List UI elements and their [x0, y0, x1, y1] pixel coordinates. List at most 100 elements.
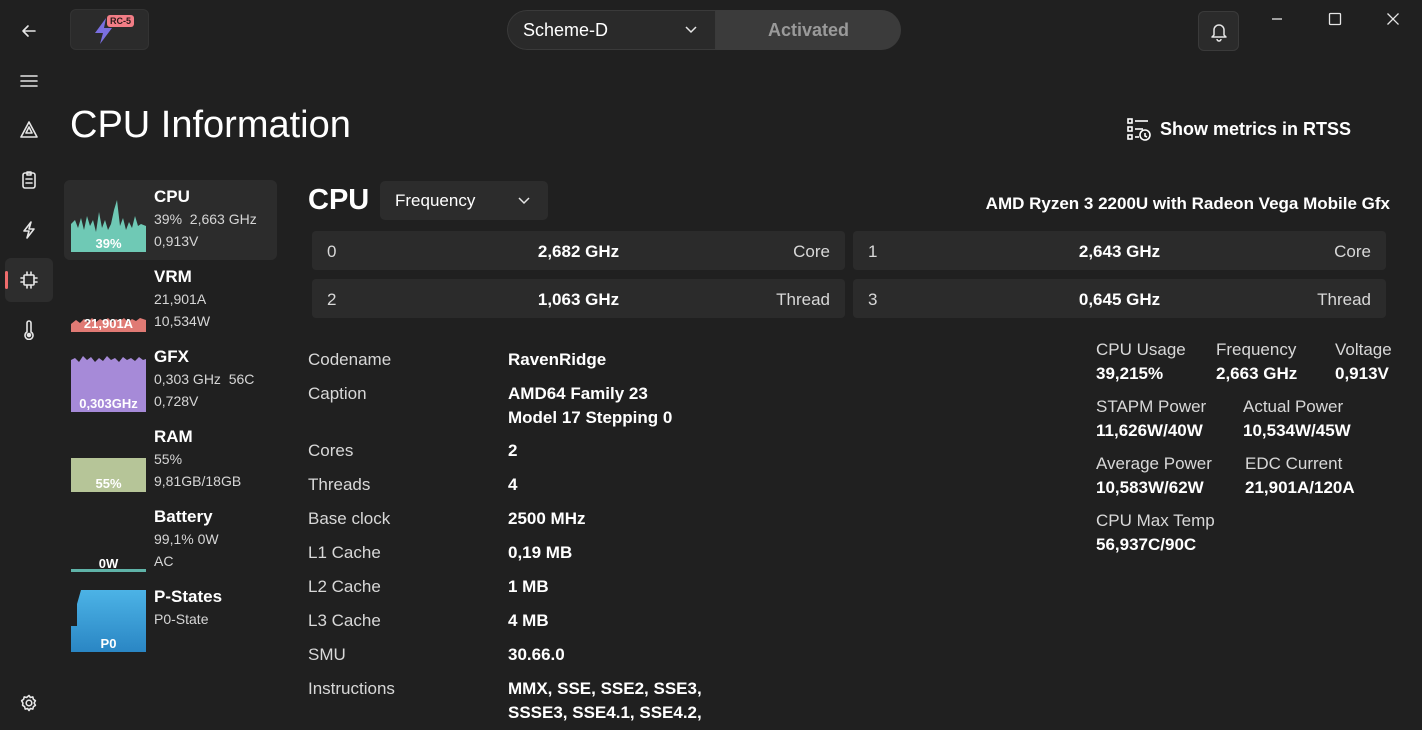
scheme-dropdown[interactable]: Scheme-D	[507, 10, 716, 50]
metric-label: STAPM Power	[1096, 397, 1207, 416]
metric-label: Frequency	[1216, 340, 1297, 359]
chevron-down-icon	[685, 26, 697, 34]
metric-frequency: Frequency 2,663 GHz	[1216, 338, 1297, 386]
settings-button[interactable]	[5, 681, 53, 725]
info-value: AMD64 Family 23 Model 17 Stepping 0	[508, 384, 673, 427]
maximize-button[interactable]	[1324, 8, 1346, 30]
metric-value: 0,913V	[1335, 364, 1389, 383]
battery-thumbnail: 0W	[71, 510, 146, 572]
nav-item-cpu[interactable]	[5, 258, 53, 302]
core-frequency: 2,643 GHz	[1078, 242, 1161, 261]
sensor-detail: P0-State	[154, 611, 209, 627]
sensor-name: RAM	[154, 427, 193, 446]
back-arrow-icon	[22, 25, 36, 37]
metric-cpu-usage: CPU Usage 39,215%	[1096, 338, 1186, 386]
metric-value: 11,626W/40W	[1096, 421, 1203, 440]
sensor-detail: 55%	[154, 451, 183, 467]
sensor-item-ram[interactable]: 55% RAM 55% 9,81GB/18GB	[64, 420, 277, 500]
info-value: RavenRidge	[508, 350, 607, 369]
metric-label: EDC Current	[1245, 454, 1343, 473]
sensor-detail: 0,728V	[154, 393, 199, 409]
scheme-selected-value: Scheme-D	[523, 19, 609, 40]
back-button[interactable]	[5, 9, 53, 53]
ram-thumbnail: 55%	[71, 430, 146, 492]
nav-rail	[0, 0, 58, 730]
sensor-detail: 9,81GB/18GB	[154, 473, 242, 489]
performance-icon	[20, 121, 38, 138]
nav-item-temperature[interactable]	[5, 308, 53, 352]
core-card: 2 1,063 GHz Thread	[312, 279, 845, 318]
metric-label: Actual Power	[1243, 397, 1344, 416]
thermometer-icon	[24, 320, 34, 340]
info-label: L1 Cache	[308, 543, 381, 562]
close-button[interactable]	[1382, 8, 1404, 30]
core-kind: Thread	[1317, 290, 1371, 309]
menu-button[interactable]	[5, 59, 53, 103]
sensor-item-vrm[interactable]: 21,901A VRM 21,901A 10,534W	[64, 260, 277, 340]
minimize-button[interactable]	[1266, 8, 1288, 30]
show-metrics-rtss-label: Show metrics in RTSS	[1160, 118, 1352, 139]
metric-value: 10,583W/62W	[1096, 478, 1204, 497]
info-value: 0,19 MB	[508, 543, 573, 562]
maximize-icon	[1328, 12, 1342, 26]
info-label: Caption	[308, 384, 367, 403]
close-icon	[1387, 13, 1399, 25]
sensor-detail: 10,534W	[154, 313, 211, 329]
core-kind: Thread	[776, 290, 830, 309]
metric-label: Average Power	[1096, 454, 1212, 473]
sensor-detail: 99,1% 0W	[154, 531, 219, 547]
sensor-name: P-States	[154, 587, 223, 606]
sensor-detail: 0,913V	[154, 233, 199, 249]
sensor-detail: 39% 2,663 GHz	[154, 211, 257, 227]
bell-icon	[1210, 24, 1227, 42]
nav-item-checklist[interactable]	[5, 158, 53, 202]
core-kind: Core	[1334, 242, 1371, 261]
core-frequency: 2,682 GHz	[537, 242, 620, 261]
sensor-item-battery[interactable]: 0W Battery 99,1% 0W AC	[64, 500, 277, 580]
metric-edc-current: EDC Current 21,901A/120A	[1245, 452, 1355, 500]
core-frequency: 0,645 GHz	[1078, 290, 1161, 309]
chevron-down-icon	[518, 196, 530, 204]
core-card: 0 2,682 GHz Core	[312, 231, 845, 270]
nav-item-performance[interactable]	[5, 108, 53, 152]
cpu-thumbnail: 39%	[71, 190, 146, 252]
sensor-thumb-label: 55%	[95, 476, 122, 491]
metric-actual-power: Actual Power 10,534W/45W	[1243, 395, 1351, 443]
sensor-name: VRM	[154, 267, 192, 286]
sensor-thumb-label: 21,901A	[83, 316, 134, 331]
power-icon	[23, 221, 35, 239]
core-kind: Core	[793, 242, 830, 261]
show-metrics-rtss-button[interactable]: Show metrics in RTSS	[1126, 116, 1351, 142]
info-value: 2	[508, 441, 518, 460]
notifications-button[interactable]	[1198, 11, 1239, 51]
activated-button[interactable]: Activated	[716, 10, 901, 50]
info-label: Codename	[308, 350, 392, 369]
pstates-thumbnail: P0	[71, 590, 146, 652]
core-card: 3 0,645 GHz Thread	[853, 279, 1386, 318]
scheme-control: Scheme-D Activated	[507, 10, 901, 50]
metric-value: 39,215%	[1096, 364, 1164, 383]
sensor-thumb-label: 0,303GHz	[79, 396, 138, 411]
vrm-thumbnail: 21,901A	[71, 270, 146, 332]
sensor-detail: 0,303 GHz 56C	[154, 371, 255, 387]
metric-mode-dropdown[interactable]: Frequency	[380, 181, 548, 220]
metric-voltage: Voltage 0,913V	[1335, 338, 1392, 386]
minimize-icon	[1272, 18, 1282, 20]
info-label: Threads	[308, 475, 371, 494]
metric-label: CPU Max Temp	[1096, 511, 1215, 530]
metric-label: Voltage	[1335, 340, 1392, 359]
sensor-thumb-label: 39%	[95, 236, 122, 251]
settings-icon	[20, 694, 37, 712]
sensor-item-gfx[interactable]: 0,303GHz GFX 0,303 GHz 56C 0,728V	[64, 340, 277, 420]
core-card: 1 2,643 GHz Core	[853, 231, 1386, 270]
sensor-thumb-label: P0	[100, 636, 117, 651]
sensor-item-pstates[interactable]: P0 P-States P0-State	[64, 580, 277, 660]
metric-stapm-power: STAPM Power 11,626W/40W	[1096, 395, 1206, 443]
sensor-item-cpu[interactable]: 39% CPU 39% 2,663 GHz 0,913V	[64, 180, 277, 260]
nav-item-power[interactable]	[5, 208, 53, 252]
info-value: 1 MB	[508, 577, 549, 596]
info-label: L2 Cache	[308, 577, 381, 596]
info-label: L3 Cache	[308, 611, 381, 630]
version-badge: RC-5	[107, 15, 135, 27]
app-logo: RC-5	[70, 9, 149, 50]
